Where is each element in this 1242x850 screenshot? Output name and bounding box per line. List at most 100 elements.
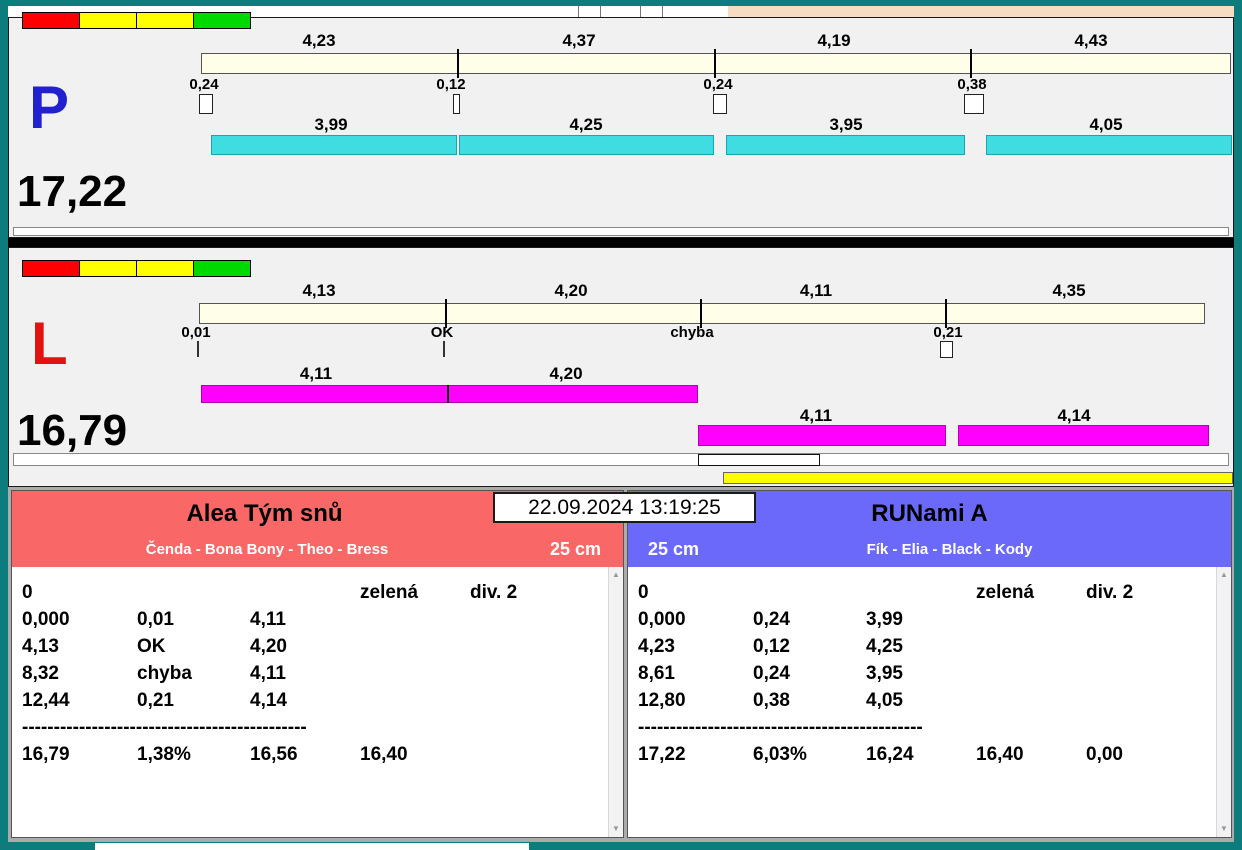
table-row: 4,23 0,12 4,25	[638, 633, 1231, 660]
team-members: Fík - Elia - Black - Kody	[866, 541, 1033, 558]
fault-tick	[443, 341, 445, 357]
split-tick	[457, 49, 459, 78]
result-cell: 4,13	[22, 635, 59, 657]
start-light-red	[22, 260, 80, 277]
distance-label: 25 cm	[549, 539, 601, 559]
fault-box	[453, 94, 460, 114]
run-time: 4,11	[299, 364, 333, 383]
table-row: 12,44 0,21 4,14	[22, 687, 623, 714]
fault-time: 0,12	[436, 76, 466, 93]
split-time: 4,43	[1074, 31, 1108, 50]
result-cell: 0,01	[137, 608, 174, 630]
results-section: Alea Tým snů Čenda - Bona Bony - Theo - …	[8, 487, 1234, 842]
run-time: 4,05	[1089, 115, 1123, 134]
result-cell: 12,80	[638, 689, 686, 711]
result-cell: 6,03%	[753, 743, 807, 765]
run-bar-divider	[447, 385, 449, 403]
table-row: 0,000 0,24 3,99	[638, 606, 1231, 633]
table-row: 8,32 chyba 4,11	[22, 660, 623, 687]
start-light-yellow-1	[79, 260, 137, 277]
lane-l-label: L	[31, 310, 68, 377]
result-cell: div. 2	[470, 581, 518, 603]
start-light-red	[22, 12, 80, 29]
fault-time: 0,21	[933, 324, 963, 341]
fault-time: 0,38	[957, 76, 987, 93]
table-row: 0,000 0,01 4,11	[22, 606, 623, 633]
titlebar-background	[728, 6, 1234, 17]
menu-tick	[640, 6, 641, 17]
result-cell: div. 2	[1086, 581, 1134, 603]
scroll-down-icon[interactable]: ▼	[609, 824, 623, 834]
result-cell: 0,000	[638, 608, 686, 630]
table-total-row: 16,79 1,38% 16,56 16,40	[22, 741, 623, 768]
scroll-up-icon[interactable]: ▲	[609, 570, 623, 580]
result-cell: chyba	[137, 662, 192, 684]
start-light-yellow-2	[136, 260, 194, 277]
menu-tick	[578, 6, 579, 17]
split-bar	[201, 49, 1231, 78]
marker-box	[698, 454, 820, 466]
result-cell: 0,000	[22, 608, 70, 630]
result-cell: 0,38	[753, 689, 790, 711]
result-cell: 0	[638, 581, 649, 603]
progress-track	[13, 227, 1229, 236]
run-bar	[698, 425, 946, 446]
result-cell: 4,11	[250, 608, 286, 630]
menu-tick	[600, 6, 601, 17]
progress-track	[13, 453, 1229, 466]
fault-box	[964, 94, 984, 114]
result-cell: 0,00	[1086, 743, 1123, 765]
team-members: Čenda - Bona Bony - Theo - Bress	[145, 541, 389, 558]
result-cell: 16,24	[866, 743, 914, 765]
fault-tick	[197, 341, 199, 357]
vertical-scrollbar[interactable]: ▲ ▼	[1216, 567, 1231, 837]
scroll-up-icon[interactable]: ▲	[1217, 570, 1231, 580]
result-cell: 16,79	[22, 743, 70, 765]
lane-p-panel: 4,23 4,37 4,19 4,43 0,24 0,12 0,24 0,38 …	[8, 12, 1234, 238]
split-time: 4,23	[302, 31, 336, 50]
result-cell: 8,32	[22, 662, 59, 684]
start-lights	[22, 260, 251, 277]
team-right-results: 0 zelená div. 2 0,000 0,24 3,99 4,23 0,1…	[628, 567, 1231, 837]
split-time: 4,20	[554, 281, 588, 300]
split-time: 4,37	[562, 31, 596, 50]
start-light-yellow-2	[136, 12, 194, 29]
lane-p-label: P	[29, 74, 70, 141]
fault-time: 0,24	[703, 76, 733, 93]
result-cell: 16,56	[250, 743, 298, 765]
result-cell: 0,12	[753, 635, 790, 657]
result-cell: 16,40	[360, 743, 408, 765]
result-cell: 4,14	[250, 689, 287, 711]
start-light-green	[193, 12, 251, 29]
run-bar	[986, 135, 1232, 155]
datetime-display: 22.09.2024 13:19:25	[493, 492, 756, 523]
run-time: 3,95	[829, 115, 863, 134]
result-cell: 12,44	[22, 689, 70, 711]
fault-time: 0,01	[181, 324, 211, 341]
result-cell: 4,23	[638, 635, 675, 657]
table-row: 8,61 0,24 3,95	[638, 660, 1231, 687]
fault-box	[713, 94, 727, 114]
distance-label: 25 cm	[648, 539, 700, 559]
start-light-green	[193, 260, 251, 277]
lane-l-total-time: 16,79	[17, 406, 128, 455]
split-tick	[714, 49, 716, 78]
result-cell: 17,22	[638, 743, 686, 765]
table-separator: ----------------------------------------…	[638, 716, 923, 738]
result-cell: 4,20	[250, 635, 287, 657]
menu-tick	[662, 6, 663, 17]
team-right-panel: RUNami A Fík - Elia - Black - Kody 25 cm…	[627, 490, 1232, 838]
fault-box	[940, 341, 953, 358]
lane-divider	[8, 238, 1234, 247]
app-window: 4,23 4,37 4,19 4,43 0,24 0,12 0,24 0,38 …	[0, 0, 1242, 850]
result-cell: 4,11	[250, 662, 286, 684]
vertical-scrollbar[interactable]: ▲ ▼	[608, 567, 623, 837]
result-cell: 4,05	[866, 689, 903, 711]
split-tick	[970, 49, 972, 78]
split-time: 4,11	[799, 281, 833, 300]
split-time: 4,19	[817, 31, 851, 50]
result-cell: OK	[137, 635, 166, 657]
scroll-down-icon[interactable]: ▼	[1217, 824, 1231, 834]
result-cell: zelená	[976, 581, 1035, 603]
team-name: Alea Tým snů	[186, 500, 343, 527]
